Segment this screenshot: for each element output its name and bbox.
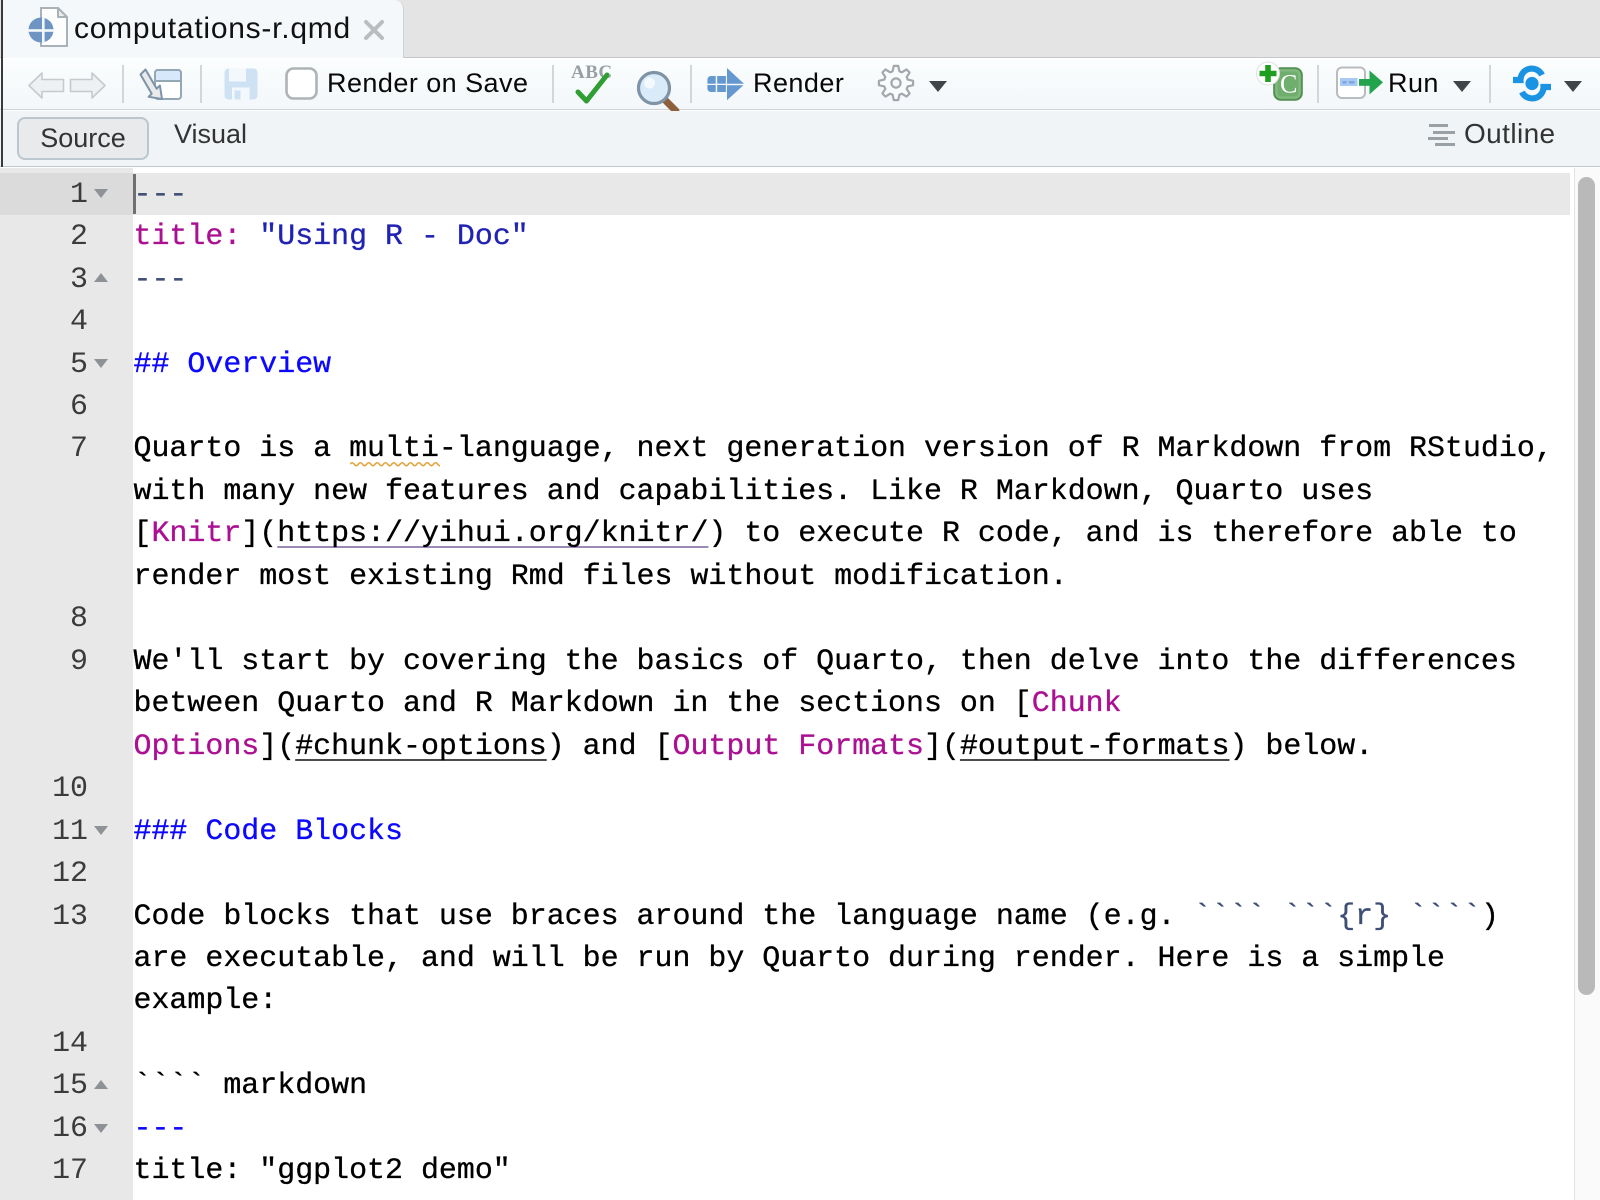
svg-text:ABC: ABC xyxy=(571,62,613,83)
svg-text:C: C xyxy=(1280,70,1297,99)
